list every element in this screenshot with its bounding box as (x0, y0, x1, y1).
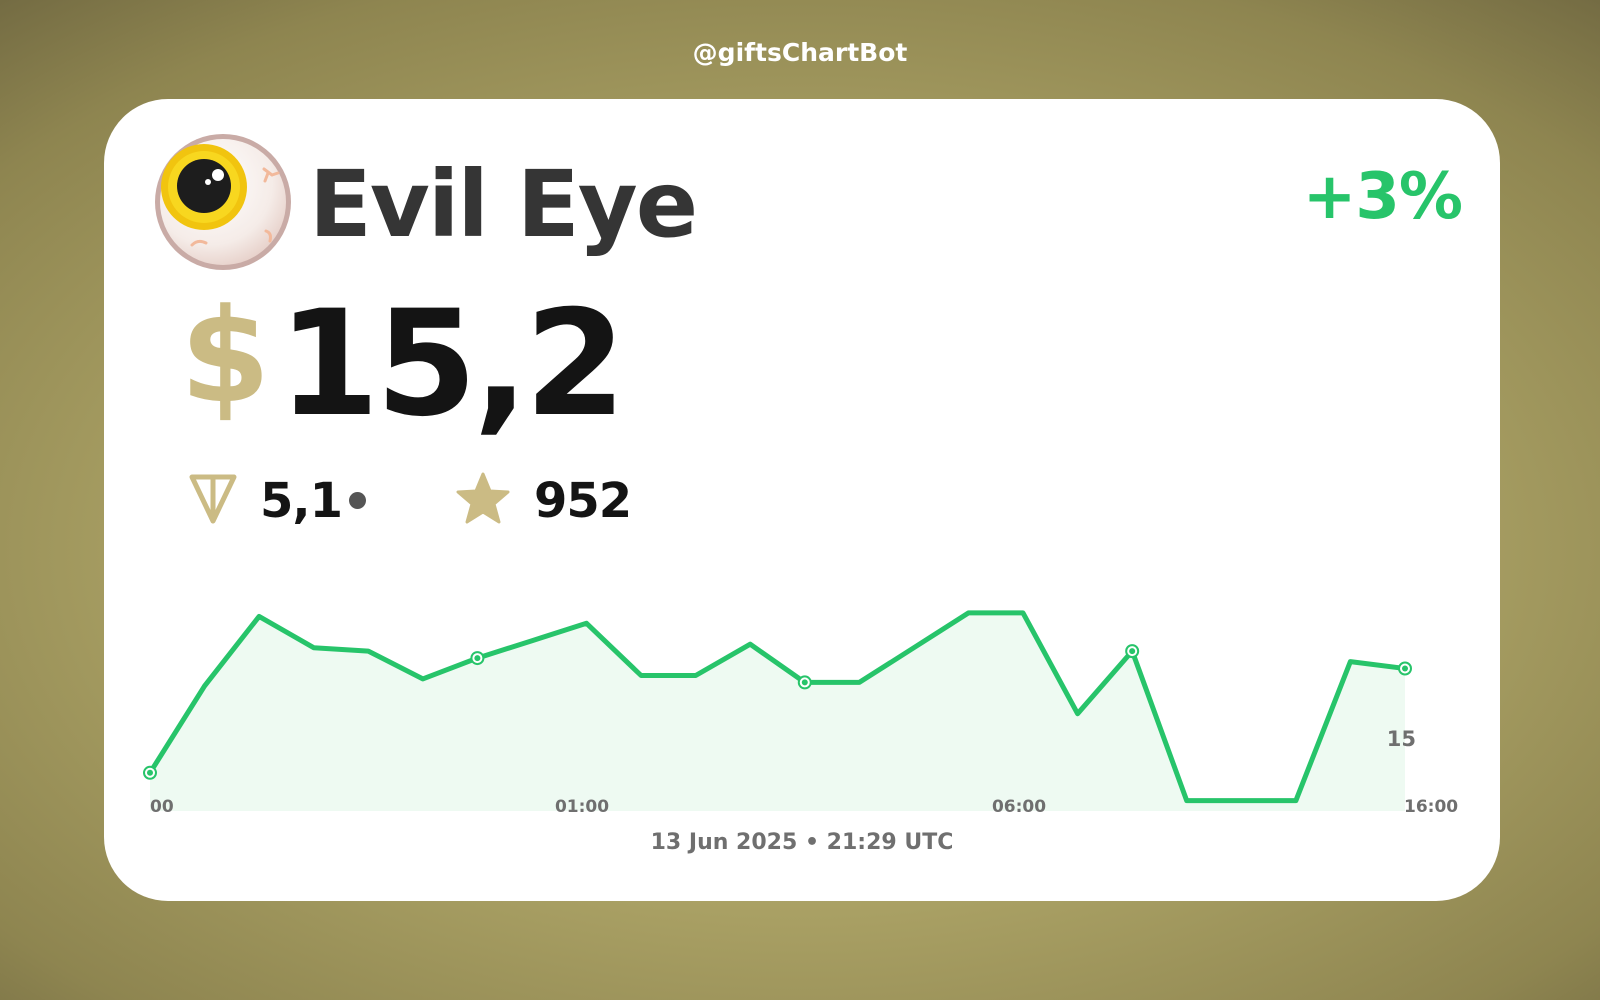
chart-point-marker (1398, 661, 1412, 676)
bot-handle: @giftsChartBot (692, 38, 908, 67)
chart-point-marker (470, 651, 485, 666)
y-tick-label: 15 (1387, 727, 1416, 751)
x-tick-label: 16:00 (1404, 797, 1458, 817)
x-tick-label: 01:00 (555, 797, 609, 817)
price-chart: 00 01:00 06:00 16:00 15 (143, 610, 1458, 817)
timestamp: 13 Jun 2025 • 21:29 UTC (650, 830, 954, 855)
chart-area-fill (150, 612, 1405, 811)
chart-point-marker (143, 765, 157, 780)
chart-point-marker (797, 675, 812, 690)
chart-point-marker (1125, 644, 1140, 659)
gift-price-card: Evil Eye +3% $ 15,2 5,1 952 00 01:00 06:00… (104, 99, 1500, 901)
x-tick-label: 06:00 (992, 797, 1046, 817)
x-tick-label: 00 (150, 797, 174, 817)
